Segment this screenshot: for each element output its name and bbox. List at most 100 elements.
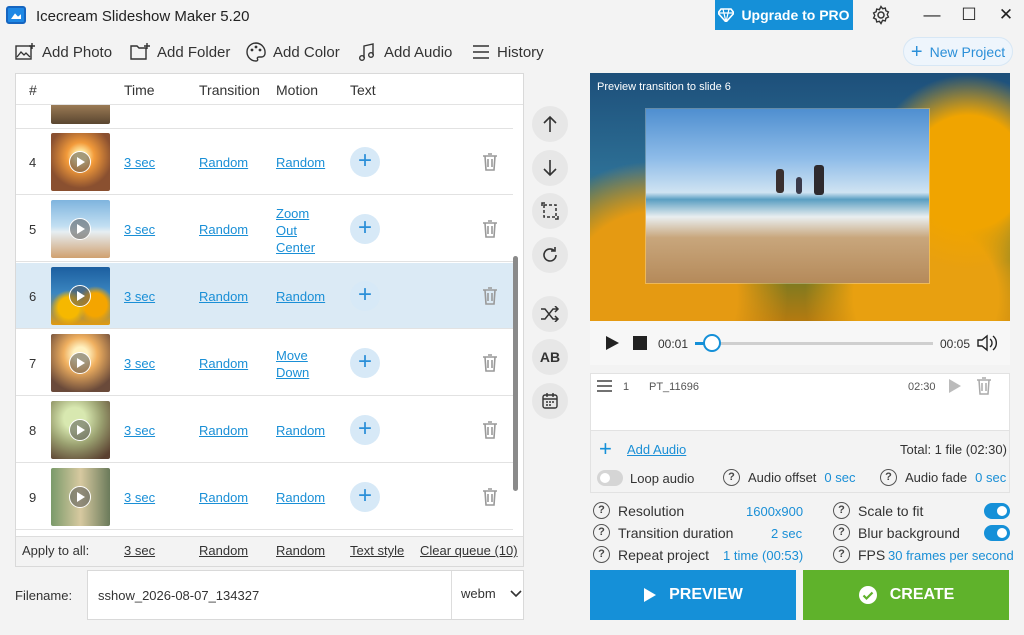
slide-row[interactable]: 5 3 sec Random Zoom Out Center + [16, 196, 513, 262]
minimize-icon[interactable]: — [912, 0, 952, 30]
add-text-plus-icon[interactable]: + [350, 482, 380, 512]
repeat-project-value[interactable]: 1 time (00:53) [723, 548, 803, 563]
slide-motion-link[interactable]: Random [276, 154, 325, 171]
add-color-button[interactable]: Add Color [246, 40, 340, 64]
slide-row[interactable]: 8 3 sec Random Random + [16, 397, 513, 463]
shuffle-button[interactable] [532, 296, 568, 332]
play-overlay-icon[interactable] [69, 352, 91, 374]
help-icon[interactable]: ? [833, 546, 850, 563]
slide-transition-link[interactable]: Random [199, 489, 248, 506]
slide-thumbnail[interactable] [51, 267, 110, 325]
blur-background-toggle[interactable] [984, 525, 1010, 541]
slide-row[interactable]: 6 3 sec Random Random + [16, 263, 513, 329]
text-style-link[interactable]: Text style [350, 543, 404, 558]
timeline-handle[interactable] [702, 334, 721, 352]
apply-all-time-link[interactable]: 3 sec [124, 543, 155, 558]
help-icon[interactable]: ? [880, 469, 897, 486]
maximize-icon[interactable]: ☐ [949, 0, 989, 30]
new-project-button[interactable]: + New Project [903, 37, 1013, 66]
slide-time-link[interactable]: 3 sec [124, 288, 155, 305]
audio-offset-value[interactable]: 0 sec [824, 470, 855, 485]
slide-thumbnail[interactable] [51, 133, 110, 191]
help-icon[interactable]: ? [593, 502, 610, 519]
add-text-plus-icon[interactable]: + [350, 147, 380, 177]
trash-icon[interactable] [482, 354, 498, 372]
track-delete-icon[interactable] [976, 377, 992, 398]
help-icon[interactable]: ? [593, 524, 610, 541]
clear-queue-link[interactable]: Clear queue (10) [420, 543, 518, 558]
stop-icon[interactable] [633, 336, 647, 350]
fps-value[interactable]: 30 frames per second [888, 548, 1014, 563]
help-icon[interactable]: ? [833, 502, 850, 519]
slide-time-link[interactable]: 3 sec [124, 355, 155, 372]
play-overlay-icon[interactable] [69, 486, 91, 508]
add-photo-button[interactable]: Add Photo [15, 40, 112, 64]
trash-icon[interactable] [482, 488, 498, 506]
settings-gear-icon[interactable] [861, 0, 901, 30]
help-icon[interactable]: ? [833, 524, 850, 541]
rotate-button[interactable] [532, 237, 568, 273]
history-button[interactable]: History [472, 40, 544, 64]
slide-thumbnail[interactable] [51, 468, 110, 526]
trash-icon[interactable] [482, 421, 498, 439]
add-audio-plus-icon[interactable]: + [599, 438, 612, 460]
slide-transition-link[interactable]: Random [199, 288, 248, 305]
slide-time-link[interactable]: 3 sec [124, 221, 155, 238]
slide-time-link[interactable]: 3 sec [124, 489, 155, 506]
audio-fade-value[interactable]: 0 sec [975, 470, 1006, 485]
trash-icon[interactable] [482, 220, 498, 238]
drag-handle-icon[interactable] [597, 380, 612, 395]
slide-thumbnail-partial[interactable] [51, 105, 110, 124]
resolution-value[interactable]: 1600x900 [746, 504, 803, 519]
slide-transition-link[interactable]: Random [199, 154, 248, 171]
slide-motion-link[interactable]: Random [276, 422, 325, 439]
trash-icon[interactable] [482, 287, 498, 305]
filename-input[interactable]: sshow_2026-08-07_134327 [98, 588, 259, 603]
add-text-plus-icon[interactable]: + [350, 214, 380, 244]
move-down-button[interactable] [532, 150, 568, 186]
apply-all-transition-link[interactable]: Random [199, 543, 248, 558]
slide-time-link[interactable]: 3 sec [124, 154, 155, 171]
format-select[interactable]: webm [461, 586, 522, 601]
spellcheck-button[interactable]: AB [532, 339, 568, 375]
track-play-icon[interactable] [948, 378, 962, 397]
add-folder-button[interactable]: Add Folder [130, 40, 230, 64]
slide-motion-link[interactable]: Move Down [276, 347, 318, 381]
crop-button[interactable] [532, 193, 568, 229]
volume-icon[interactable] [977, 334, 999, 355]
scale-to-fit-toggle[interactable] [984, 503, 1010, 519]
timeline-track[interactable] [695, 342, 933, 345]
slide-row[interactable]: 9 3 sec Random Random + [16, 464, 513, 530]
close-icon[interactable]: ✕ [986, 0, 1024, 30]
calendar-button[interactable] [532, 383, 568, 419]
add-text-plus-icon[interactable]: + [350, 281, 380, 311]
slide-motion-link[interactable]: Zoom Out Center [276, 205, 318, 256]
move-up-button[interactable] [532, 106, 568, 142]
transition-duration-value[interactable]: 2 sec [771, 526, 802, 541]
slide-row[interactable]: 7 3 sec Random Move Down + [16, 330, 513, 396]
trash-icon[interactable] [482, 153, 498, 171]
preview-button[interactable]: PREVIEW [590, 570, 796, 620]
play-overlay-icon[interactable] [69, 151, 91, 173]
create-button[interactable]: CREATE [803, 570, 1009, 620]
slide-transition-link[interactable]: Random [199, 221, 248, 238]
play-icon[interactable] [604, 335, 620, 354]
slide-thumbnail[interactable] [51, 334, 110, 392]
slide-row[interactable]: 4 3 sec Random Random + [16, 129, 513, 195]
list-scrollbar-thumb[interactable] [513, 256, 518, 491]
add-audio-button[interactable]: Add Audio [357, 40, 452, 64]
help-icon[interactable]: ? [723, 469, 740, 486]
loop-audio-toggle[interactable] [597, 470, 623, 486]
slide-motion-link[interactable]: Random [276, 288, 325, 305]
slide-transition-link[interactable]: Random [199, 355, 248, 372]
add-text-plus-icon[interactable]: + [350, 348, 380, 378]
play-overlay-icon[interactable] [69, 285, 91, 307]
help-icon[interactable]: ? [593, 546, 610, 563]
apply-all-motion-link[interactable]: Random [276, 543, 325, 558]
preview-window[interactable]: Preview transition to slide 6 [590, 73, 1010, 321]
slide-thumbnail[interactable] [51, 401, 110, 459]
slide-transition-link[interactable]: Random [199, 422, 248, 439]
slide-thumbnail[interactable] [51, 200, 110, 258]
slide-motion-link[interactable]: Random [276, 489, 325, 506]
play-overlay-icon[interactable] [69, 419, 91, 441]
